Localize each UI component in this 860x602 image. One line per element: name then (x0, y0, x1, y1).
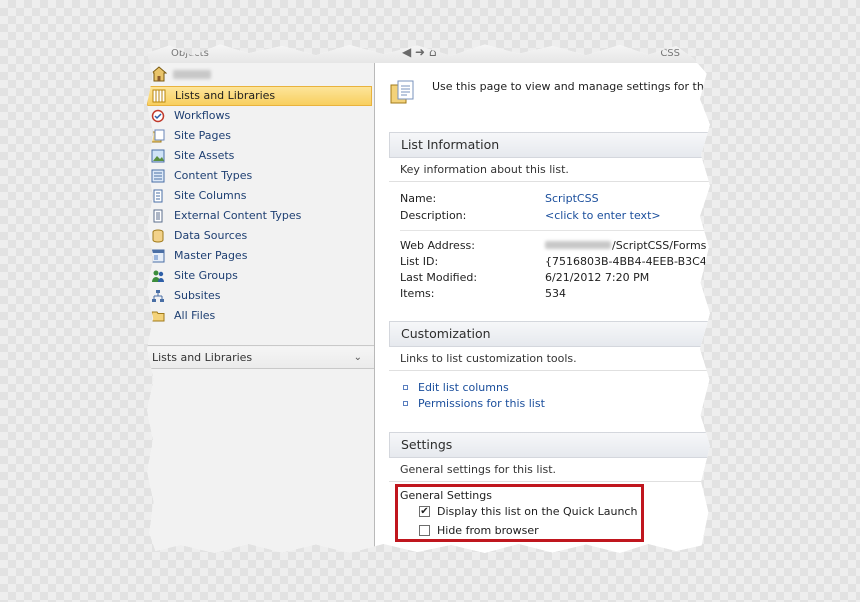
nav-item-label: Data Sources (174, 229, 248, 242)
name-row: Name: ScriptCSS (389, 191, 710, 207)
list-id-value: {7516803B-4BB4-4EEB-B3C4-E (545, 255, 710, 268)
home-icon (151, 66, 167, 82)
hide-from-browser-option[interactable]: Hide from browser (419, 523, 539, 539)
list-settings-icon (390, 80, 414, 104)
nav-group-label: Lists and Libraries (152, 351, 253, 364)
hide-from-browser-checkbox[interactable] (419, 525, 430, 536)
server-name-blurred (545, 241, 611, 249)
page-description: Use this page to view and manage setting… (432, 80, 710, 93)
bullet-icon (403, 385, 408, 390)
lists-libraries-icon (152, 89, 166, 103)
nav-item-label: Lists and Libraries (175, 89, 276, 102)
items-value: 534 (545, 287, 566, 300)
link-label: Edit list columns (418, 381, 509, 394)
web-address-row: Web Address: /ScriptCSS/Forms (389, 238, 710, 254)
window-top-bar: Objects ◀ ➜ ⌂ CSS (147, 44, 710, 64)
external-content-types-icon (153, 209, 163, 223)
topbar-left-text: Objects (171, 48, 209, 59)
nav-divider (147, 345, 374, 346)
name-value-link[interactable]: ScriptCSS (545, 191, 599, 207)
items-row: Items: 534 (389, 286, 710, 302)
section-subtitle: Key information about this list. (389, 158, 710, 182)
topbar-right-text: CSS (660, 48, 680, 59)
web-address-path: /ScriptCSS/Forms (612, 239, 707, 252)
nav-arrows[interactable]: ◀ ➜ ⌂ (402, 45, 437, 59)
nav-item-label: All Files (174, 309, 216, 322)
last-modified-label: Last Modified: (400, 271, 478, 284)
description-value-link[interactable]: <click to enter text> (545, 208, 661, 224)
subsites-icon (152, 290, 164, 302)
site-groups-icon (152, 270, 164, 282)
section-subtitle: Links to list customization tools. (389, 347, 710, 371)
list-information-section: List Information Key information about t… (389, 132, 710, 302)
last-modified-row: Last Modified: 6/21/2012 7:20 PM (389, 270, 710, 286)
edit-list-columns-link[interactable]: Edit list columns (389, 380, 710, 396)
nav-item-content-types[interactable]: Content Types (147, 166, 374, 186)
nav-item-label: Site Columns (174, 189, 247, 202)
nav-item-label: Site Assets (174, 149, 235, 162)
list-id-row: List ID: {7516803B-4BB4-4EEB-B3C4-E (389, 254, 710, 270)
web-address-label: Web Address: (400, 239, 475, 252)
site-pages-icon (151, 129, 165, 143)
link-label: Permissions for this list (418, 397, 545, 410)
screenshot-frame: Objects ◀ ➜ ⌂ CSS Lists and Libraries Wo… (147, 44, 710, 553)
permissions-link[interactable]: Permissions for this list (389, 396, 710, 412)
web-address-value: /ScriptCSS/Forms (545, 238, 706, 254)
nav-item-all-files[interactable]: All Files (147, 306, 374, 326)
nav-list: Lists and Libraries Workflows Site Pages… (147, 86, 374, 326)
list-id-label: List ID: (400, 255, 439, 268)
site-columns-icon (153, 189, 163, 203)
nav-item-subsites[interactable]: Subsites (147, 286, 374, 306)
section-subtitle: General settings for this list. (389, 458, 710, 482)
content-types-icon (151, 169, 165, 183)
section-title: Customization (389, 321, 710, 347)
site-name-blurred (173, 70, 211, 79)
nav-item-label: Subsites (174, 289, 221, 302)
chevron-down-icon[interactable]: ⌄ (354, 347, 362, 369)
quick-launch-checkbox[interactable]: ✔ (419, 506, 430, 517)
master-pages-icon (151, 249, 165, 263)
nav-item-site-groups[interactable]: Site Groups (147, 266, 374, 286)
site-root-item[interactable] (147, 66, 374, 84)
section-title: Settings (389, 432, 710, 458)
nav-item-label: Site Groups (174, 269, 238, 282)
nav-item-data-sources[interactable]: Data Sources (147, 226, 374, 246)
nav-item-label: Workflows (174, 109, 231, 122)
nav-item-site-assets[interactable]: Site Assets (147, 146, 374, 166)
nav-item-external-content-types[interactable]: External Content Types (147, 206, 374, 226)
nav-group-lists-and-libraries[interactable]: Lists and Libraries ⌄ (147, 347, 374, 369)
option-label: Display this list on the Quick Launch (437, 505, 638, 518)
description-row: Description: <click to enter text> (389, 208, 710, 224)
nav-item-label: Master Pages (174, 249, 248, 262)
description-label: Description: (400, 209, 467, 222)
nav-item-label: Site Pages (174, 129, 231, 142)
site-assets-icon (151, 149, 165, 163)
home-icon: ⌂ (428, 45, 437, 59)
nav-item-workflows[interactable]: Workflows (147, 106, 374, 126)
all-files-icon (151, 311, 165, 322)
nav-item-label: Content Types (174, 169, 253, 182)
nav-item-site-columns[interactable]: Site Columns (147, 186, 374, 206)
navigation-pane: Lists and Libraries Workflows Site Pages… (147, 63, 375, 553)
quick-launch-option[interactable]: ✔ Display this list on the Quick Launch (419, 504, 637, 520)
last-modified-value: 6/21/2012 7:20 PM (545, 271, 650, 284)
customization-section: Customization Links to list customizatio… (389, 321, 710, 412)
general-settings-title: General Settings (400, 489, 492, 502)
bullet-icon (403, 401, 408, 406)
nav-item-site-pages[interactable]: Site Pages (147, 126, 374, 146)
data-sources-icon (152, 229, 164, 243)
nav-item-label: External Content Types (174, 209, 302, 222)
option-label: Hide from browser (437, 524, 539, 537)
nav-item-master-pages[interactable]: Master Pages (147, 246, 374, 266)
name-label: Name: (400, 192, 437, 205)
settings-section: Settings General settings for this list. (389, 432, 710, 482)
main-content: Use this page to view and manage setting… (375, 63, 710, 553)
items-label: Items: (400, 287, 435, 300)
workflows-icon (151, 109, 165, 123)
section-title: List Information (389, 132, 710, 158)
nav-item-lists-and-libraries[interactable]: Lists and Libraries (147, 86, 372, 106)
